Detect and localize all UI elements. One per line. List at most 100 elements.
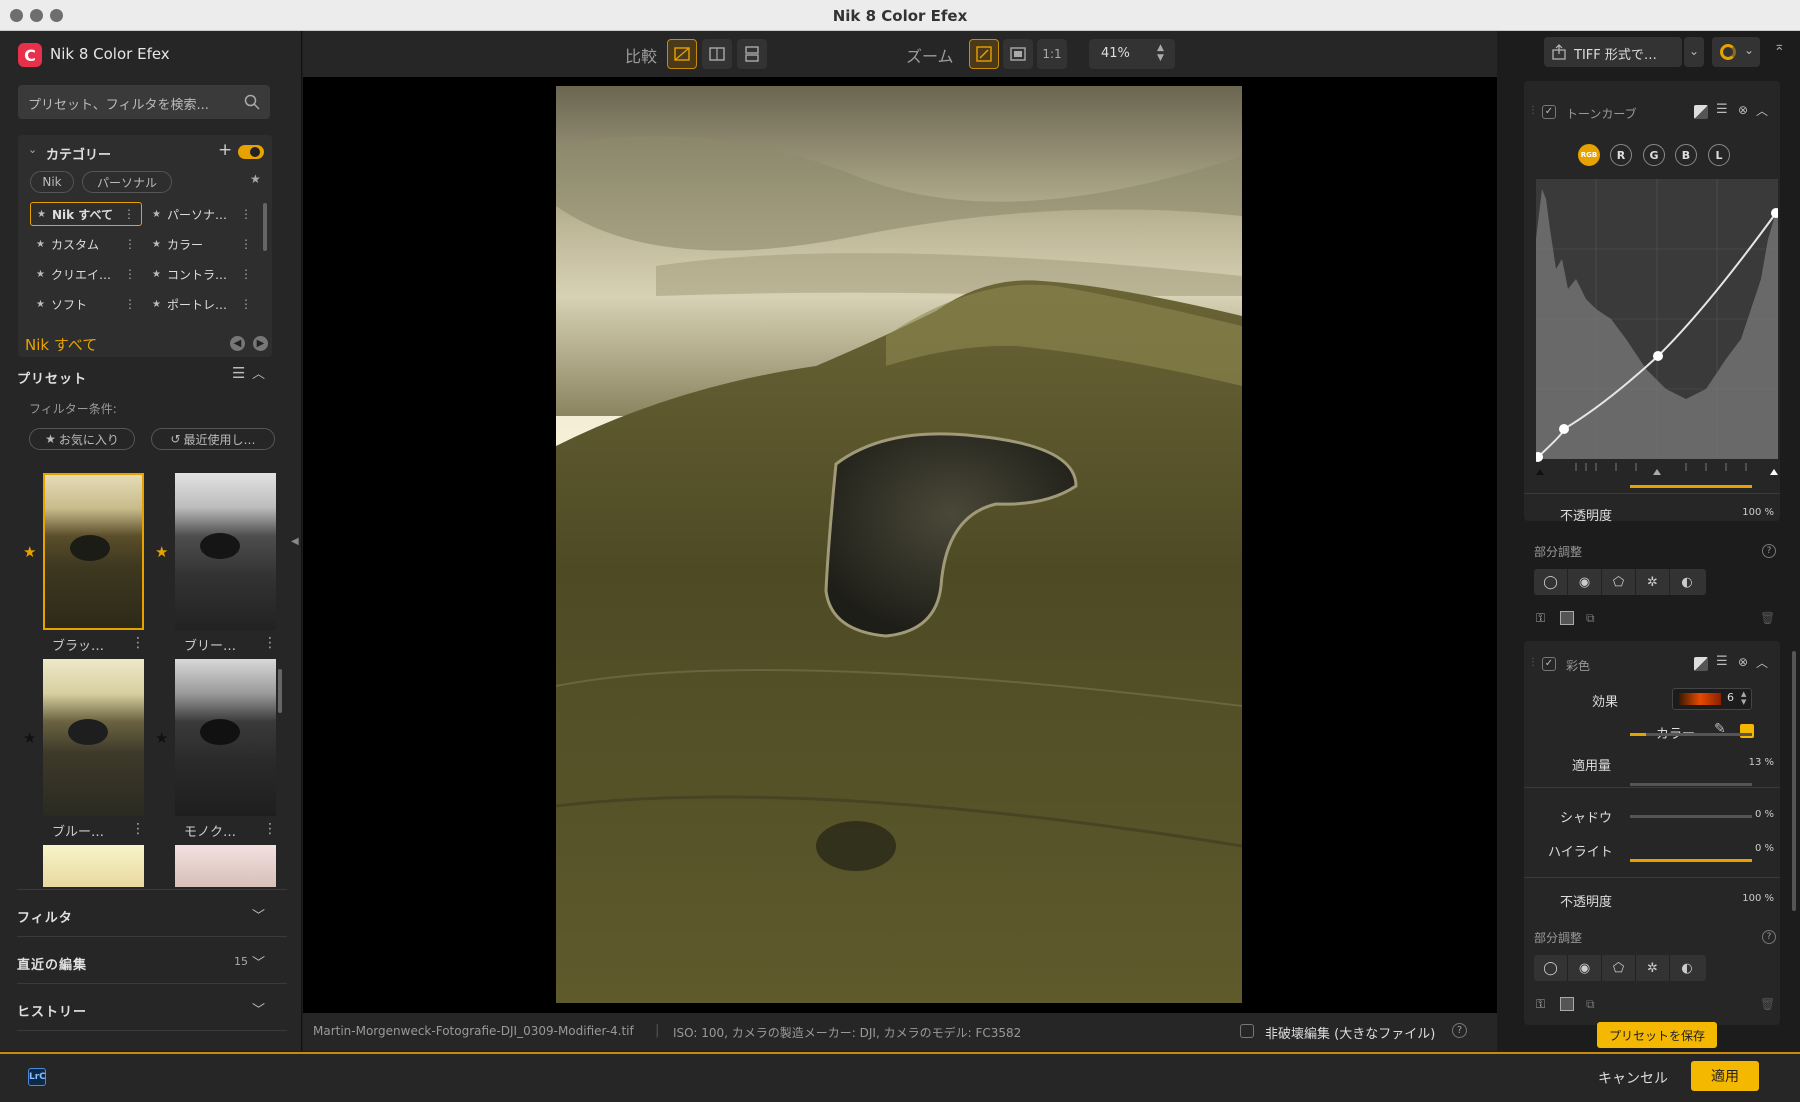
favorite-star-icon[interactable]: ★ [23,543,36,561]
preset-thumbnail[interactable] [43,845,144,887]
preset-thumbnail[interactable] [175,845,276,887]
category-toggle[interactable] [238,145,264,159]
more-icon[interactable]: ⋮ [240,297,252,311]
remove-filter-icon[interactable]: ⊗ [1738,655,1748,669]
curve-point[interactable] [1559,424,1569,434]
category-scrollbar[interactable] [263,203,267,251]
drag-handle-icon[interactable]: ⋮ [1528,105,1538,116]
add-category-icon[interactable]: + [218,140,232,160]
shadow-slider[interactable] [1630,783,1752,786]
more-icon[interactable]: ⋮ [123,207,135,221]
white-point-handle[interactable] [1770,469,1778,475]
luminance-mask-icon[interactable]: ✲ [1636,955,1670,981]
chevron-down-icon[interactable]: ⌄ [1684,37,1704,67]
help-icon[interactable]: ? [1762,930,1776,944]
duplicate-icon[interactable]: ⧉ [1586,611,1595,626]
more-icon[interactable]: ⋮ [124,297,136,311]
collapse-left-icon[interactable]: ◀ [291,536,299,547]
more-icon[interactable]: ⋮ [263,821,277,837]
star-icon[interactable]: ★ [23,729,36,747]
category-item-color[interactable]: ★ カラー ⋮ [146,232,258,256]
lightroom-icon[interactable]: LrC [28,1068,46,1086]
menu-icon[interactable]: ☰ [1716,654,1728,669]
chevron-down-icon[interactable]: ﹀ [252,905,265,924]
chevron-down-icon[interactable]: ⌄ [28,143,37,156]
trash-icon[interactable]: 🗑 [1760,997,1775,1011]
photo-preview[interactable] [556,86,1242,1003]
colorize-enable-checkbox[interactable]: ✓ [1542,657,1556,671]
category-item-custom[interactable]: ★ カスタム ⋮ [30,232,142,256]
trash-icon[interactable]: 🗑 [1760,611,1775,625]
sync-menu-button[interactable]: ⌄ [1712,37,1760,67]
forward-icon[interactable]: ▶ [253,336,268,351]
right-scrollbar[interactable] [1792,651,1796,911]
more-icon[interactable]: ⋮ [131,821,145,837]
category-item-contrast[interactable]: ★ コントラ… ⋮ [146,262,258,286]
control-point-icon[interactable]: ◯ [1534,955,1568,981]
favorites-filter-chip[interactable]: ★ お気に入り [29,428,135,450]
preset-thumbnail[interactable] [175,659,276,816]
favorite-star-icon[interactable]: ★ [250,172,261,186]
recent-filter-chip[interactable]: ↺ 最近使用し… [151,428,275,450]
more-icon[interactable]: ⋮ [240,237,252,251]
help-icon[interactable]: ? [1762,544,1776,558]
zoom-fill-button[interactable] [1003,39,1033,69]
menu-icon[interactable]: ☰ [1716,102,1728,117]
category-item-soft[interactable]: ★ ソフト ⋮ [30,292,142,316]
chevron-up-icon[interactable]: ︿ [1756,102,1768,119]
radial-mask-icon[interactable]: ◉ [1568,955,1602,981]
list-view-icon[interactable]: ☰ [232,364,245,382]
category-chip-nik[interactable]: Nik [30,171,74,193]
chevron-up-icon[interactable]: ︿ [1756,654,1768,671]
channel-r-button[interactable]: R [1610,144,1632,166]
highlight-slider[interactable] [1630,815,1752,818]
favorite-star-icon[interactable]: ★ [155,543,168,561]
presets-scrollbar[interactable] [278,669,282,713]
star-icon[interactable]: ★ [155,729,168,747]
radial-mask-icon[interactable]: ◉ [1568,569,1602,595]
drag-handle-icon[interactable]: ⋮ [1528,657,1538,668]
back-icon[interactable]: ◀ [230,336,245,351]
search-input[interactable]: プリセット、フィルタを検索... [18,85,270,119]
cancel-button[interactable]: キャンセル [1598,1068,1668,1088]
compare-side-button[interactable] [702,39,732,69]
category-item-personal[interactable]: ★ パーソナ… ⋮ [146,202,258,226]
more-icon[interactable]: ⋮ [240,207,252,221]
color-mask-icon[interactable]: ◐ [1670,569,1704,595]
channel-rgb-button[interactable]: RGB [1578,144,1600,166]
more-icon[interactable]: ⋮ [131,635,145,651]
more-icon[interactable]: ⋮ [263,635,277,651]
tonecurve-enable-checkbox[interactable]: ✓ [1542,105,1556,119]
channel-g-button[interactable]: G [1643,144,1665,166]
more-icon[interactable]: ⋮ [240,267,252,281]
mask-icon[interactable] [1694,105,1708,119]
category-chip-personal[interactable]: パーソナル [82,171,172,193]
polygon-mask-icon[interactable]: ⬠ [1602,955,1636,981]
help-icon[interactable]: ? [1452,1023,1467,1038]
chevron-down-icon[interactable]: ﹀ [252,999,265,1018]
preset-thumbnail[interactable] [43,659,144,816]
mask-view-icon[interactable] [1560,611,1574,625]
luminance-mask-icon[interactable]: ✲ [1636,569,1670,595]
channel-l-button[interactable]: L [1708,144,1730,166]
more-icon[interactable]: ⋮ [124,267,136,281]
channel-b-button[interactable]: B [1675,144,1697,166]
curve-point[interactable] [1653,351,1663,361]
chevron-down-icon[interactable]: ﹀ [252,952,265,971]
nondestructive-checkbox[interactable] [1240,1024,1254,1038]
key-icon[interactable]: ⚿ [1536,611,1545,626]
key-icon[interactable]: ⚿ [1536,997,1545,1012]
remove-filter-icon[interactable]: ⊗ [1738,103,1748,117]
apply-button[interactable]: 適用 [1691,1061,1759,1091]
color-mask-icon[interactable]: ◐ [1670,955,1704,981]
compare-split-button[interactable] [667,39,697,69]
polygon-mask-icon[interactable]: ⬠ [1602,569,1636,595]
tonecurve-graph[interactable] [1536,179,1778,479]
control-point-icon[interactable]: ◯ [1534,569,1568,595]
mid-point-handle[interactable] [1653,469,1661,475]
preset-thumbnail[interactable] [43,473,144,630]
zoom-1to1-button[interactable]: 1:1 [1037,39,1067,69]
chevron-up-icon[interactable]: ︿ [252,363,265,382]
black-point-handle[interactable] [1536,469,1544,475]
category-item-nik-all[interactable]: ★ Nik すべて ⋮ [30,202,142,226]
